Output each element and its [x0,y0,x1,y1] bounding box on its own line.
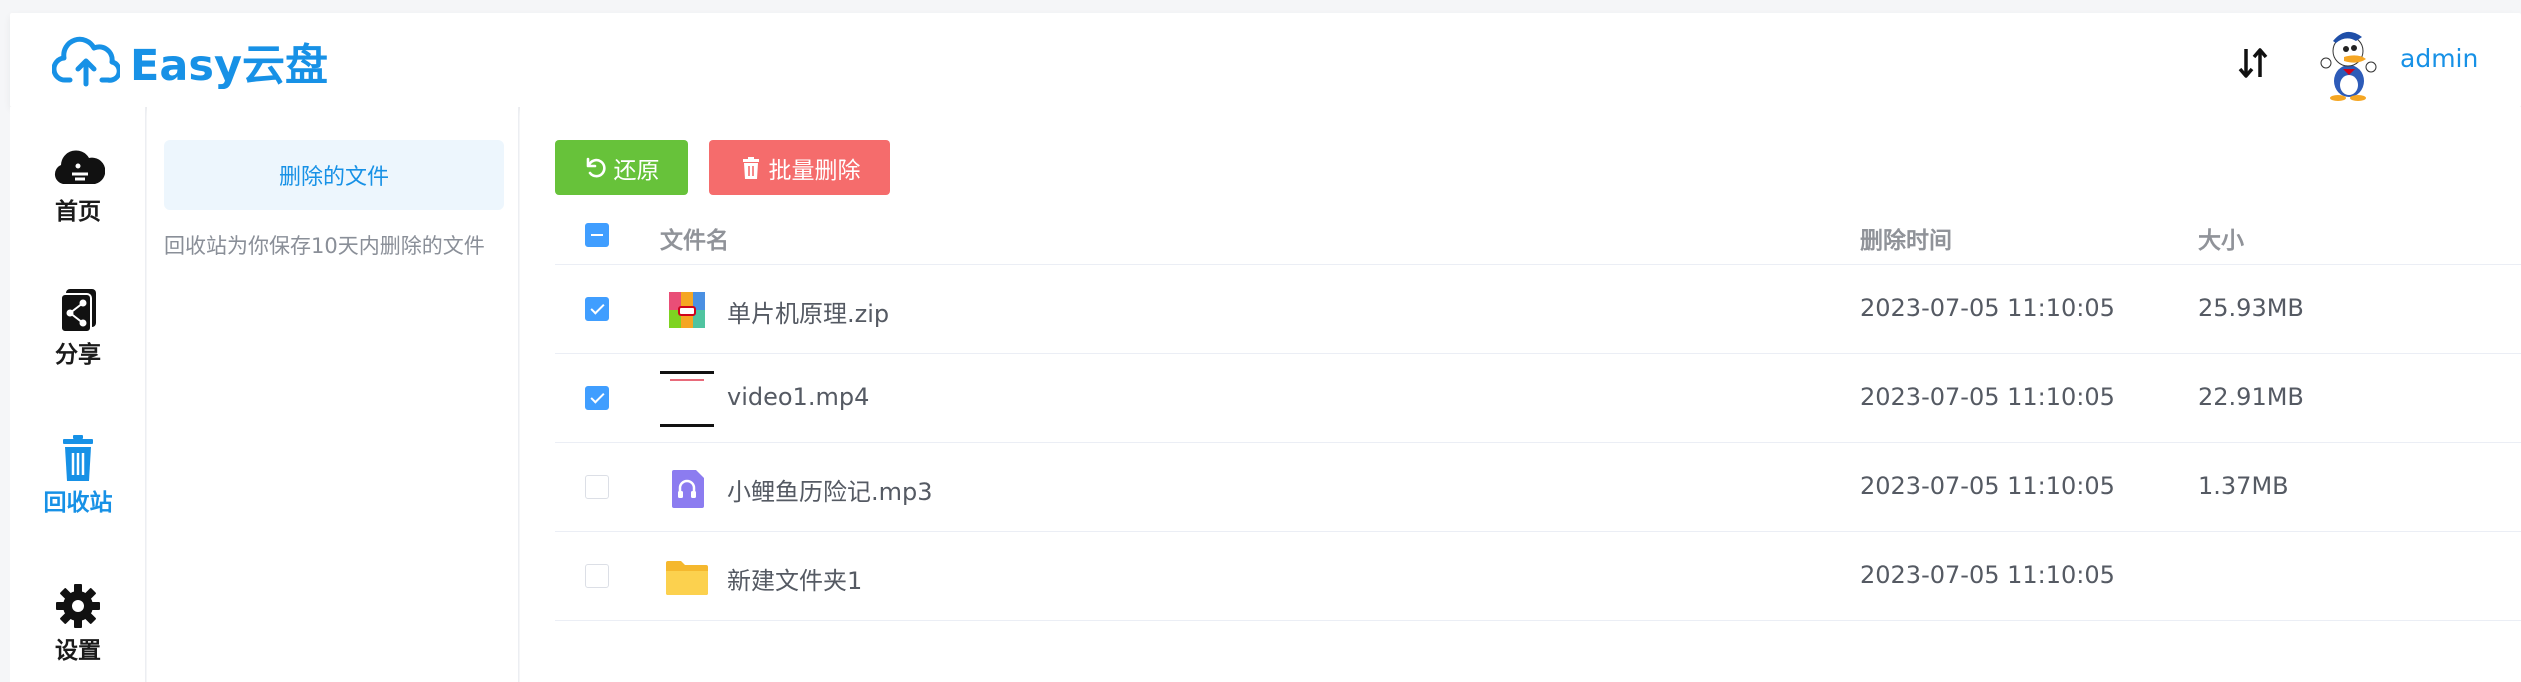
sidebar-nav: 首页 分享 回收站 设置 [10,107,146,682]
file-name[interactable]: 小鲤鱼历险记.mp3 [727,472,933,507]
column-header-deleted-time[interactable]: 删除时间 [1860,221,1952,255]
gear-icon [56,584,100,628]
main-content: 还原 批量删除 文件名 删除时间 大小 单片机原理.zip 2023-07-05… [520,107,2521,682]
file-size: 25.93MB [2198,294,2304,322]
file-name[interactable]: video1.mp4 [727,383,869,411]
trash-icon [742,156,759,179]
recycle-tip: 回收站为你保存10天内删除的文件 [164,234,485,258]
logo[interactable]: Easy云盘 [52,31,328,93]
subnav-item-deleted-files[interactable]: 删除的文件 [164,140,504,210]
select-all-checkbox[interactable] [585,223,609,247]
folder-icon [666,561,708,595]
column-header-name[interactable]: 文件名 [660,221,729,255]
file-name[interactable]: 单片机原理.zip [727,294,889,329]
cloud-home-icon [54,150,105,184]
sub-nav: 删除的文件 回收站为你保存10天内删除的文件 [147,107,519,682]
share-icon [60,289,96,333]
file-name[interactable]: 新建文件夹1 [727,561,862,596]
video-thumbnail [660,371,714,427]
table-row[interactable]: 新建文件夹1 2023-07-05 11:10:05 [555,532,2521,621]
file-table: 文件名 删除时间 大小 单片机原理.zip 2023-07-05 11:10:0… [555,205,2521,621]
undo-icon [586,157,606,177]
row-checkbox[interactable] [585,564,609,588]
nav-item-settings[interactable]: 设置 [10,583,146,665]
app-window: Easy云盘 admin 首页 分享 回收站 设置 删除的文件 回收站为你保存1… [0,0,2521,682]
restore-label: 还原 [613,156,660,183]
table-row[interactable]: 小鲤鱼历险记.mp3 2023-07-05 11:10:05 1.37MB [555,443,2521,532]
batch-delete-label: 批量删除 [768,156,861,183]
row-checkbox[interactable] [585,297,609,321]
username[interactable]: admin [2400,44,2478,73]
file-size: 22.91MB [2198,383,2304,411]
deleted-time: 2023-07-05 11:10:05 [1860,472,2115,500]
audio-file-icon [672,470,704,508]
batch-delete-button[interactable]: 批量删除 [709,140,890,195]
nav-label-recycle: 回收站 [43,490,113,516]
row-checkbox[interactable] [585,386,609,410]
trash-icon [63,435,93,481]
deleted-time: 2023-07-05 11:10:05 [1860,294,2115,322]
row-checkbox[interactable] [585,475,609,499]
column-header-size[interactable]: 大小 [2198,221,2244,255]
restore-button[interactable]: 还原 [555,140,688,195]
nav-item-home[interactable]: 首页 [10,144,146,226]
table-row[interactable]: video1.mp4 2023-07-05 11:10:05 22.91MB [555,354,2521,443]
avatar[interactable] [2316,23,2378,101]
nav-label-share: 分享 [55,342,101,368]
deleted-time: 2023-07-05 11:10:05 [1860,383,2115,411]
sort-arrows-icon[interactable] [2233,43,2273,83]
deleted-time: 2023-07-05 11:10:05 [1860,561,2115,589]
file-size: 1.37MB [2198,472,2289,500]
nav-item-share[interactable]: 分享 [10,287,146,369]
table-row[interactable]: 单片机原理.zip 2023-07-05 11:10:05 25.93MB [555,265,2521,354]
nav-label-home: 首页 [55,199,101,225]
nav-item-recycle[interactable]: 回收站 [10,435,146,517]
cloud-upload-icon [52,36,120,87]
nav-label-settings: 设置 [55,638,101,664]
zip-file-icon [669,292,705,328]
table-header: 文件名 删除时间 大小 [555,205,2521,265]
app-title: Easy云盘 [130,41,329,91]
top-header: Easy云盘 admin [10,13,2521,107]
